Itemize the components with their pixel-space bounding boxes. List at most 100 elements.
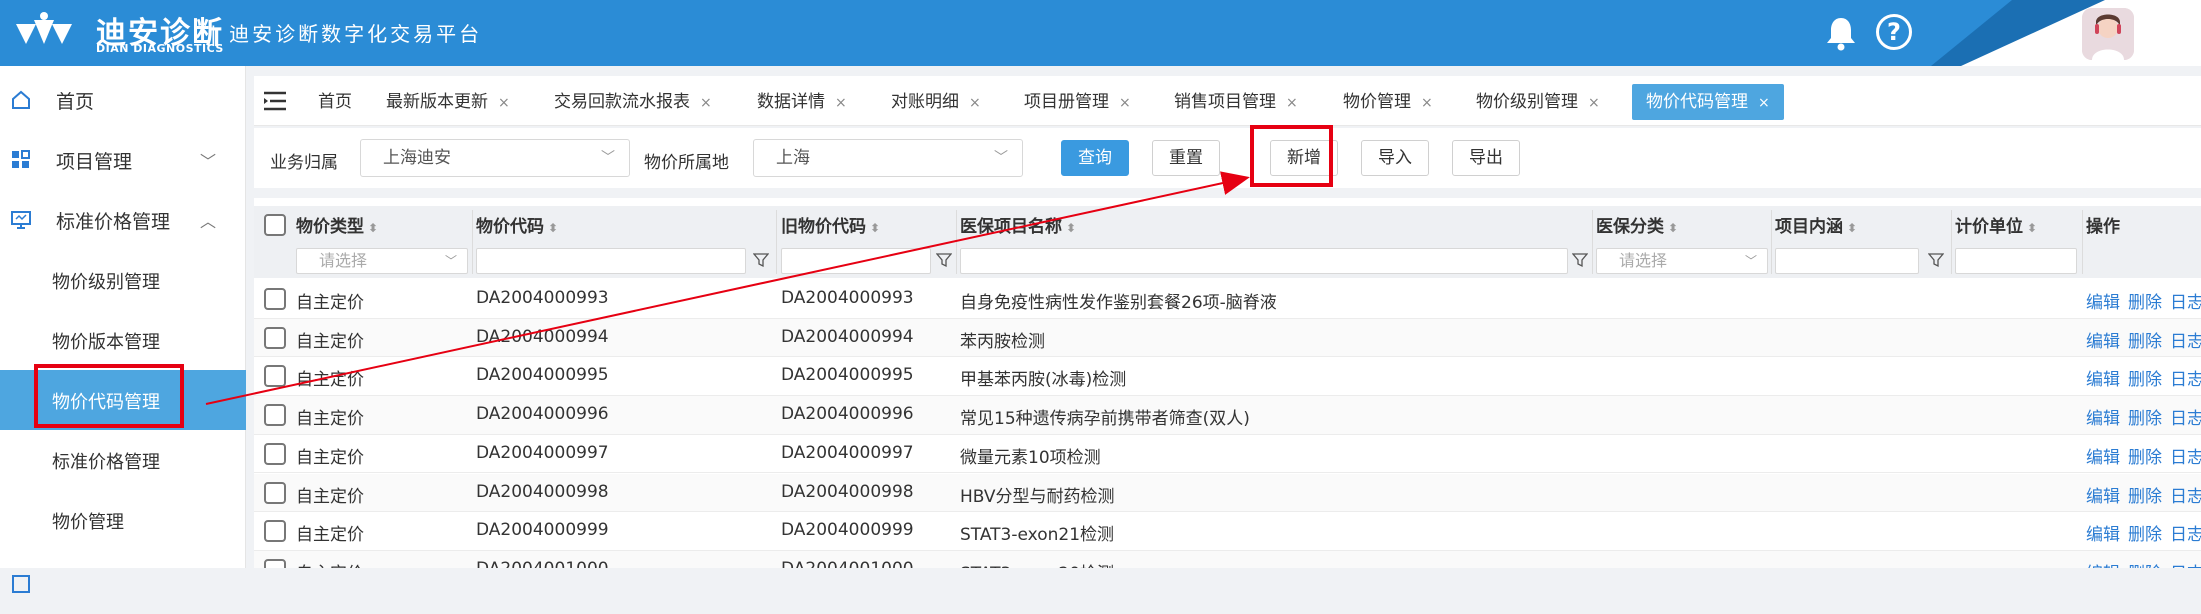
table-row[interactable]: 自主定价 DA2004000997 DA2004000997 微量元素10项检测 编辑删…	[254, 435, 2201, 474]
log-link[interactable]: 日志	[2170, 327, 2201, 352]
content-filter-input[interactable]	[1775, 248, 1919, 274]
business-select[interactable]: 上海迪安 ﹀	[360, 139, 630, 177]
delete-link[interactable]: 删除	[2128, 404, 2162, 429]
close-icon[interactable]: ×	[835, 95, 847, 111]
table-row[interactable]: 自主定价 DA2004000999 DA2004000999 STAT3-exon21…	[254, 512, 2201, 551]
row-checkbox[interactable]	[264, 404, 286, 427]
help-icon[interactable]: ?	[1876, 14, 1912, 50]
row-checkbox[interactable]	[264, 520, 286, 543]
select-all-checkbox[interactable]	[264, 214, 286, 236]
edit-link[interactable]: 编辑	[2086, 520, 2120, 545]
row-checkbox[interactable]	[264, 558, 286, 568]
close-icon[interactable]: ×	[1286, 95, 1298, 111]
close-icon[interactable]: ×	[498, 95, 510, 111]
delete-link[interactable]: 删除	[2128, 327, 2162, 352]
close-icon[interactable]: ×	[1588, 95, 1600, 111]
log-link[interactable]: 日志	[2170, 365, 2201, 390]
username[interactable]: 林圆圆	[2140, 18, 2200, 47]
close-icon[interactable]: ×	[1758, 95, 1770, 111]
old-code-filter-input[interactable]	[781, 248, 931, 274]
row-checkbox[interactable]	[264, 288, 286, 310]
log-link[interactable]: 日志	[2170, 559, 2201, 568]
edit-link[interactable]: 编辑	[2086, 288, 2120, 313]
tab-project-book[interactable]: 项目册管理 ×	[1024, 84, 1131, 120]
column-header[interactable]: 物价类型 ⬍	[296, 212, 378, 237]
edit-link[interactable]: 编辑	[2086, 327, 2120, 352]
sidebar-subitem-price-mgmt[interactable]: 物价管理	[0, 490, 246, 550]
table-row[interactable]: 自主定价 DA2004000994 DA2004000994 苯丙胺检测 编辑 删除 日志	[254, 318, 2201, 358]
chevron-down-icon: ﹀	[601, 150, 615, 166]
edit-link[interactable]: 编辑	[2086, 404, 2120, 429]
close-icon[interactable]: ×	[1119, 95, 1131, 111]
column-header[interactable]: 医保项目名称 ⬍	[960, 212, 1076, 237]
name-filter-input[interactable]	[960, 248, 1568, 274]
code-filter-input[interactable]	[476, 248, 746, 274]
filter-icon[interactable]	[936, 252, 952, 268]
delete-link[interactable]: 删除	[2128, 520, 2162, 545]
sidebar-subitem-price-version[interactable]: 物价版本管理	[0, 310, 246, 370]
region-label: 物价所属地	[644, 153, 729, 173]
menu-toggle-icon[interactable]	[262, 90, 288, 112]
tab-data-detail[interactable]: 数据详情 ×	[757, 84, 847, 120]
close-icon[interactable]: ×	[1421, 95, 1433, 111]
tab-payment-report[interactable]: 交易回款流水报表 ×	[554, 84, 712, 120]
column-header[interactable]: 医保分类 ⬍	[1596, 212, 1678, 237]
tab-sales-project[interactable]: 销售项目管理 ×	[1174, 84, 1298, 120]
filter-icon[interactable]	[1928, 252, 1944, 268]
bell-icon[interactable]	[1822, 14, 1860, 52]
edit-link[interactable]: 编辑	[2086, 482, 2120, 507]
edit-link[interactable]: 编辑	[2086, 443, 2120, 468]
sidebar-item-std-price-mgmt[interactable]: 标准价格管理 ︿	[0, 190, 246, 250]
unit-filter-input[interactable]	[1955, 248, 2077, 274]
sidebar-item-home[interactable]: 首页	[0, 70, 246, 130]
delete-link[interactable]: 删除	[2128, 288, 2162, 313]
export-button[interactable]: 导出	[1452, 140, 1520, 176]
category-filter-select[interactable]: 请选择 ﹀	[1596, 248, 1768, 274]
filter-icon[interactable]	[753, 252, 769, 268]
type-filter-select[interactable]: 请选择 ﹀	[296, 248, 468, 274]
column-header[interactable]: 项目内涵 ⬍	[1775, 212, 1857, 237]
tab-reconciliation[interactable]: 对账明细 ×	[891, 84, 981, 120]
log-link[interactable]: 日志	[2170, 288, 2201, 313]
table-row[interactable]: 自主定价 DA2004000996 DA2004000996 常见15种遗传病孕前携带…	[254, 396, 2201, 435]
close-icon[interactable]: ×	[969, 95, 981, 111]
row-checkbox[interactable]	[264, 442, 286, 465]
sidebar-subitem-price-level[interactable]: 物价级别管理	[0, 250, 246, 310]
table-row[interactable]: 自主定价 DA2004000998 DA2004000998 HBV分型与耐药检测 编辑…	[254, 473, 2201, 513]
column-header[interactable]: 物价代码 ⬍	[476, 212, 558, 237]
table-row[interactable]: 自主定价 DA2004001000 DA2004001000 STAT3-exon20…	[254, 550, 2201, 568]
delete-link[interactable]: 删除	[2128, 482, 2162, 507]
row-checkbox[interactable]	[264, 481, 286, 504]
sidebar-item-more[interactable]	[0, 554, 246, 614]
log-link[interactable]: 日志	[2170, 443, 2201, 468]
edit-link[interactable]: 编辑	[2086, 559, 2120, 568]
table-row[interactable]: 自主定价 DA2004000993 DA2004000993 自身免疫性病性发作鉴别套…	[254, 280, 2201, 319]
tab-label: 销售项目管理	[1174, 92, 1276, 112]
delete-link[interactable]: 删除	[2128, 559, 2162, 568]
import-button[interactable]: 导入	[1361, 140, 1429, 176]
filter-icon[interactable]	[1572, 252, 1588, 268]
edit-link[interactable]: 编辑	[2086, 365, 2120, 390]
tab-price-code[interactable]: 物价代码管理 ×	[1632, 84, 1784, 120]
reset-button[interactable]: 重置	[1152, 140, 1220, 176]
tab-home[interactable]: 首页	[318, 84, 352, 120]
table-row[interactable]: 自主定价 DA2004000995 DA2004000995 甲基苯丙胺(冰毒)检测 编…	[254, 357, 2201, 397]
column-header[interactable]: 旧物价代码 ⬍	[781, 212, 880, 237]
delete-link[interactable]: 删除	[2128, 443, 2162, 468]
row-checkbox[interactable]	[264, 326, 286, 349]
column-header[interactable]: 计价单位 ⬍	[1955, 212, 2037, 237]
tab-price-mgmt[interactable]: 物价管理 ×	[1343, 84, 1433, 120]
sidebar-item-project-mgmt[interactable]: 项目管理 ﹀	[0, 130, 246, 190]
log-link[interactable]: 日志	[2170, 482, 2201, 507]
log-link[interactable]: 日志	[2170, 520, 2201, 545]
query-button[interactable]: 查询	[1061, 140, 1129, 176]
row-checkbox[interactable]	[264, 365, 286, 388]
tab-price-level[interactable]: 物价级别管理 ×	[1476, 84, 1600, 120]
region-select[interactable]: 上海 ﹀	[753, 139, 1023, 177]
sidebar-subitem-std-price[interactable]: 标准价格管理	[0, 430, 246, 490]
avatar[interactable]	[2082, 8, 2134, 60]
delete-link[interactable]: 删除	[2128, 365, 2162, 390]
log-link[interactable]: 日志	[2170, 404, 2201, 429]
close-icon[interactable]: ×	[700, 95, 712, 111]
tab-latest-version[interactable]: 最新版本更新 ×	[386, 84, 510, 120]
